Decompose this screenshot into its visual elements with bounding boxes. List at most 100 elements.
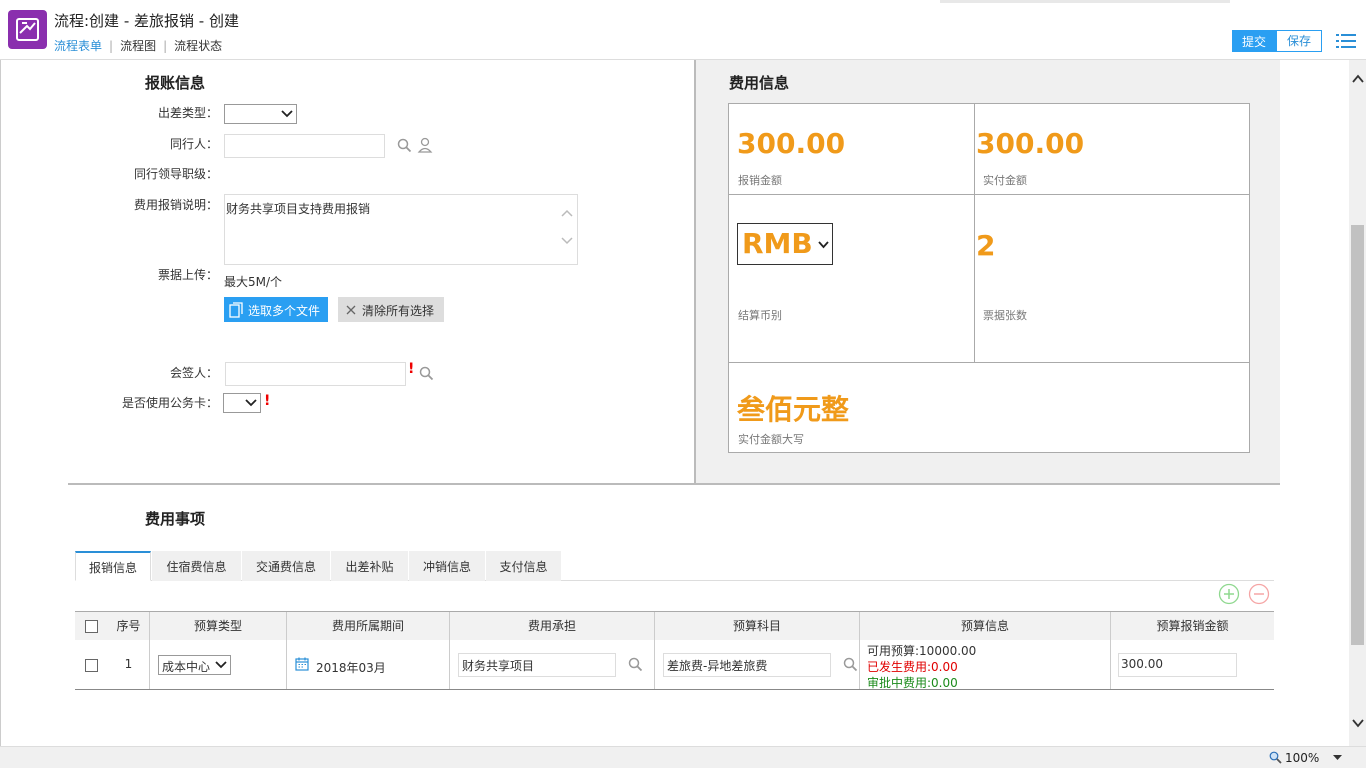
chevron-down-icon[interactable] (1333, 755, 1342, 761)
chevron-down-icon (281, 110, 293, 118)
left-border (0, 60, 1, 746)
scroll-down-icon[interactable] (561, 237, 573, 245)
zoom-level[interactable]: 100% (1285, 751, 1319, 765)
countersigner-input[interactable] (225, 362, 406, 386)
claim-amount-value: 300.00 (737, 127, 846, 160)
tab-flow-chart[interactable]: 流程图 (120, 37, 156, 54)
budget-type-cell: 成本中心 (150, 640, 287, 689)
search-icon[interactable] (843, 657, 858, 672)
corporate-card-label: 是否使用公务卡： (121, 396, 218, 410)
companion-label: 同行人： (169, 137, 218, 151)
close-icon (346, 305, 356, 315)
file-icon (229, 302, 243, 318)
companion-input[interactable] (224, 134, 385, 158)
budget-type-value: 成本中心 (162, 660, 211, 674)
period-cell: 2018年03月 (287, 640, 450, 689)
bearer-cell: 财务共享项目 (450, 640, 655, 689)
incurred-cost: 已发生费用:0.00 (867, 660, 958, 674)
clear-selection-button[interactable]: 清除所有选择 (338, 297, 444, 322)
calendar-icon[interactable] (295, 657, 309, 671)
column-header: 预算报销金额 (1111, 612, 1274, 640)
required-marker: ! (408, 361, 415, 377)
grid-hline (728, 362, 1250, 363)
corporate-card-select[interactable] (223, 393, 261, 413)
minus-circle-icon[interactable] (1248, 583, 1270, 605)
amount-cell: 300.00 (1111, 640, 1274, 689)
amount-in-words-label: 实付金额大写 (738, 433, 804, 446)
scroll-up-icon[interactable] (1352, 74, 1364, 84)
subject-value: 差旅费-异地差旅费 (667, 659, 768, 673)
scrollbar-thumb[interactable] (1351, 225, 1364, 645)
column-header: 预算类型 (150, 612, 287, 640)
period-value: 2018年03月 (316, 661, 386, 675)
paid-amount-label: 实付金额 (983, 174, 1027, 187)
chevron-down-icon (245, 399, 257, 407)
page-title: 流程:创建 - 差旅报销 - 创建 (54, 12, 239, 30)
nav-separator: | (163, 39, 168, 53)
bearer-value: 财务共享项目 (462, 659, 535, 673)
flow-nav: 流程表单 | 流程图 | 流程状态 (54, 37, 222, 54)
select-files-label: 选取多个文件 (248, 304, 321, 318)
search-icon[interactable] (628, 657, 643, 672)
grid-hline (728, 194, 1250, 195)
submit-button[interactable]: 提交 (1232, 30, 1276, 52)
tab-writeoff-info[interactable]: 冲销信息 (409, 551, 485, 581)
flow-logo-icon (8, 10, 47, 49)
chevron-down-icon (818, 241, 829, 249)
person-icon[interactable] (417, 136, 435, 154)
clear-selection-label: 清除所有选择 (362, 304, 435, 318)
bearer-input[interactable]: 财务共享项目 (458, 653, 616, 677)
tab-claim-info[interactable]: 报销信息 (75, 551, 151, 581)
row-index: 1 (108, 640, 150, 689)
column-header: 费用所属期间 (287, 612, 450, 640)
trip-type-label: 出差类型： (157, 106, 218, 120)
amount-input[interactable]: 300.00 (1118, 653, 1237, 677)
description-value: 财务共享项目支持费用报销 (226, 202, 371, 216)
nav-separator: | (109, 39, 114, 53)
column-header: 预算信息 (860, 612, 1111, 640)
menu-icon[interactable] (1336, 33, 1356, 49)
tab-lodging-info[interactable]: 住宿费信息 (152, 551, 241, 581)
plus-circle-icon[interactable] (1218, 583, 1240, 605)
scroll-down-icon[interactable] (1352, 718, 1364, 728)
description-textarea[interactable]: 财务共享项目支持费用报销 (224, 194, 578, 265)
budget-info-cell: 可用预算:10000.00 已发生费用:0.00 审批中费用:0.00 (860, 640, 1111, 690)
tab-payment-info[interactable]: 支付信息 (486, 551, 561, 581)
receipt-count-label: 票据张数 (983, 309, 1027, 322)
select-all-checkbox[interactable] (85, 620, 98, 633)
search-icon[interactable] (419, 366, 434, 381)
description-label: 费用报销说明： (133, 198, 218, 212)
companion-leader-label: 同行领导职级： (133, 167, 218, 181)
tab-flow-form[interactable]: 流程表单 (54, 37, 102, 54)
column-header: 费用承担 (450, 612, 655, 640)
upload-limit: 最大5M/个 (224, 275, 283, 289)
top-shadow (940, 0, 1230, 3)
budget-type-select[interactable]: 成本中心 (158, 655, 231, 675)
receipt-count-value: 2 (976, 229, 996, 262)
column-header: 预算科目 (655, 612, 860, 640)
zoom-icon[interactable] (1269, 751, 1282, 764)
pending-cost: 审批中费用:0.00 (867, 676, 958, 690)
countersigner-label: 会签人： (169, 366, 218, 380)
paid-amount-value: 300.00 (976, 127, 1085, 160)
column-header: 序号 (108, 612, 150, 640)
upload-label: 票据上传： (157, 268, 218, 282)
select-files-button[interactable]: 选取多个文件 (224, 297, 328, 322)
tab-transport-info[interactable]: 交通费信息 (242, 551, 330, 581)
available-budget: 可用预算:10000.00 (867, 644, 977, 658)
row-select-cell (75, 640, 108, 689)
chevron-down-icon (215, 661, 227, 669)
subject-input[interactable]: 差旅费-异地差旅费 (663, 653, 831, 677)
save-button[interactable]: 保存 (1276, 30, 1322, 52)
scroll-up-icon[interactable] (561, 209, 573, 217)
tab-travel-allowance[interactable]: 出差补贴 (331, 551, 408, 581)
tab-flow-status[interactable]: 流程状态 (174, 37, 222, 54)
grid-vline (974, 103, 975, 362)
currency-label: 结算币别 (738, 309, 782, 322)
claim-info-heading: 报账信息 (145, 74, 206, 92)
search-icon[interactable] (397, 138, 412, 153)
trip-type-select[interactable] (224, 104, 297, 124)
row-checkbox[interactable] (85, 659, 98, 672)
amount-in-words-value: 叁佰元整 (737, 393, 850, 426)
currency-select[interactable]: RMB (737, 223, 833, 265)
